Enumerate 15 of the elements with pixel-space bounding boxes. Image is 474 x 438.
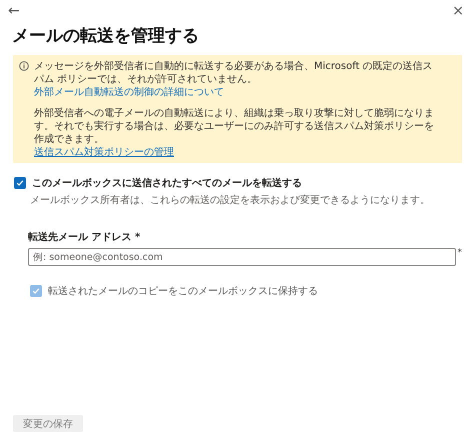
checkbox[interactable] [14, 177, 26, 189]
checkbox-label: 転送されたメールのコピーをこのメールボックスに保持する [48, 284, 318, 298]
warning-note: 外部受信者への電子メールの自動転送により、組織は乗っ取り攻撃に対して脆弱になります。それでも実行する場合は、必要なユーザーにのみ許可する送信スパム対策ポリシーを作成できます。 [34, 107, 435, 146]
warning-message: メッセージを外部受信者に自動的に転送する必要がある場合、Microsoft の既定の送信スパム ポリシーでは、それが許可されていません。 [34, 60, 434, 86]
policy-link[interactable]: 送信スパム対策ポリシーの管理 [34, 147, 174, 158]
required-mark: * [458, 248, 462, 258]
learn-more-link[interactable]: 外部メール自動転送の制御の詳細について [34, 87, 224, 98]
checkbox-description: メールボックス所有者は、これらの転送の設定を表示および変更できるようになります。 [30, 194, 431, 207]
checkbox-label: このメールボックスに送信されたすべてのメールを転送する [32, 176, 302, 190]
close-button[interactable]: × [450, 3, 466, 19]
field-label: 転送先メール アドレス * [28, 230, 140, 244]
page-title: メールの転送を管理する [12, 25, 200, 47]
back-button[interactable]: ← [6, 3, 22, 19]
email-field[interactable]: 例: someone@contoso.com [28, 248, 456, 266]
info-icon [19, 61, 29, 71]
